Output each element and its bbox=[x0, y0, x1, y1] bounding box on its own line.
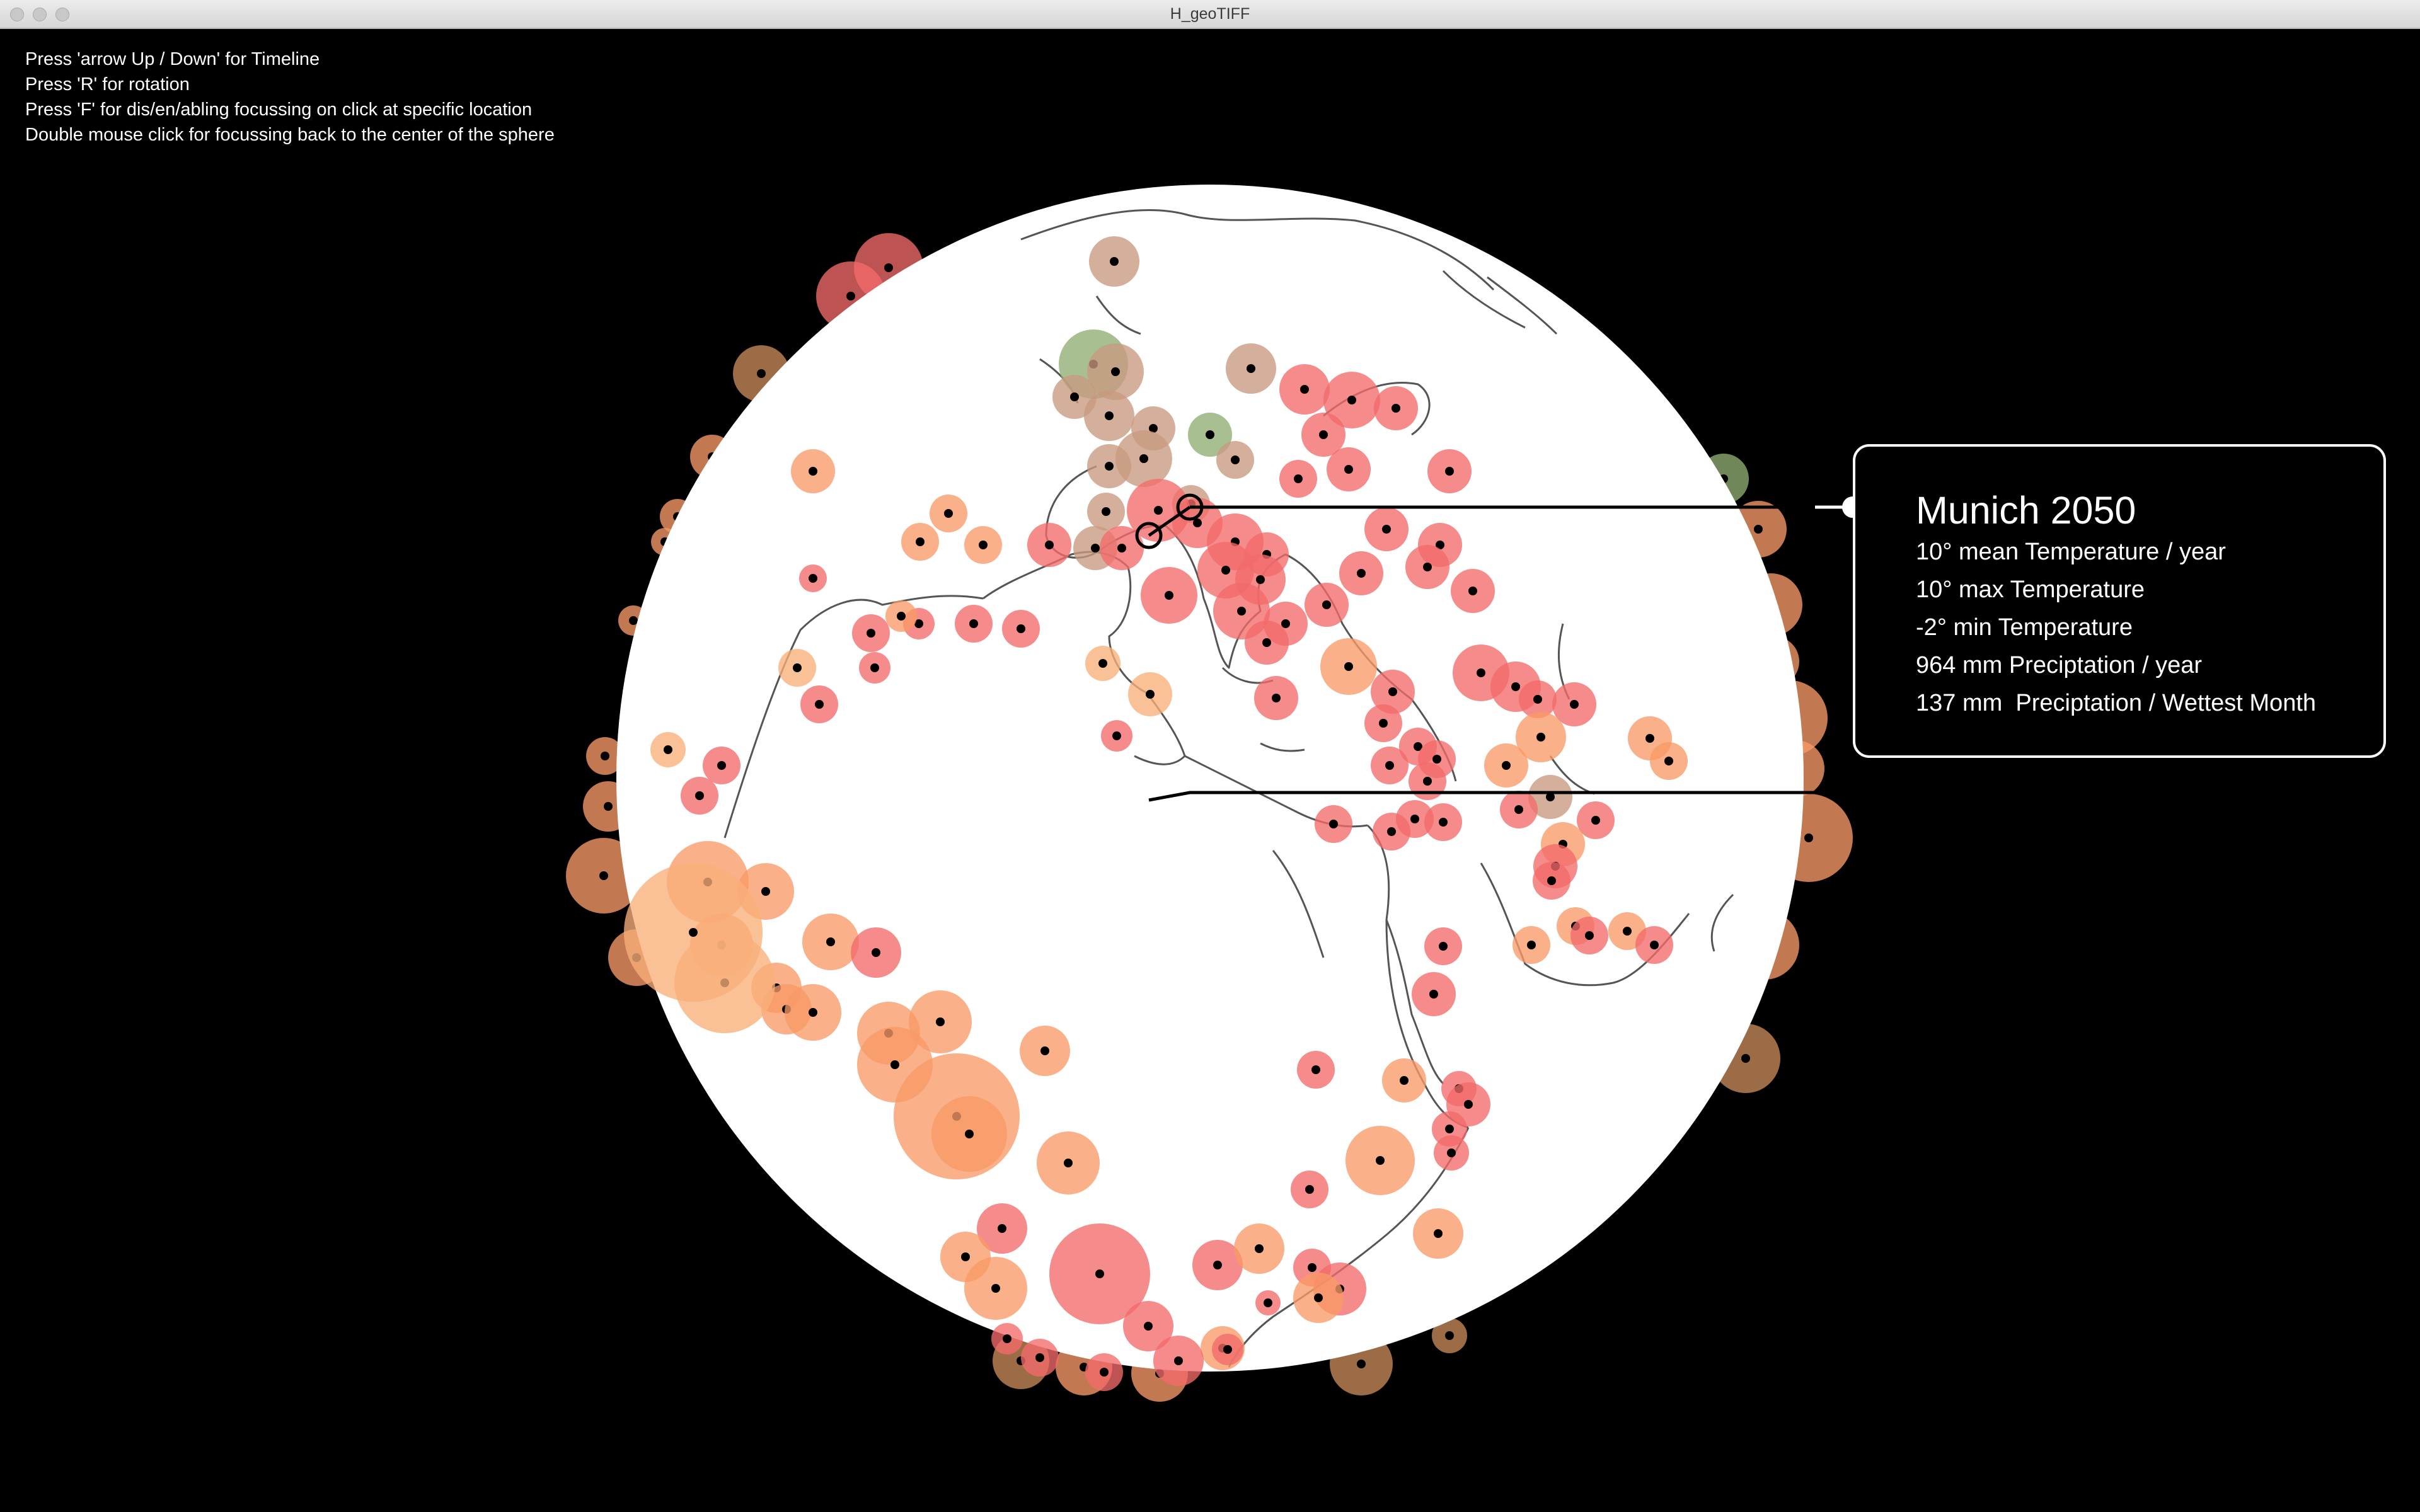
climate-marker[interactable] bbox=[1027, 523, 1071, 567]
climate-marker[interactable] bbox=[1405, 545, 1449, 589]
climate-marker[interactable] bbox=[1087, 493, 1125, 530]
popup-precipitation-year: 964 mm Preciptation / year bbox=[1916, 652, 2203, 679]
climate-marker[interactable] bbox=[799, 564, 827, 592]
climate-marker[interactable] bbox=[1412, 972, 1456, 1016]
climate-marker[interactable] bbox=[1291, 1171, 1328, 1208]
climate-marker[interactable] bbox=[1635, 926, 1673, 964]
climate-marker[interactable] bbox=[1345, 1126, 1415, 1195]
climate-marker[interactable] bbox=[964, 1257, 1027, 1320]
popup-mean-temperature: 10° mean Temperature / year bbox=[1916, 539, 2226, 565]
climate-marker[interactable] bbox=[1002, 610, 1040, 648]
climate-marker[interactable] bbox=[1297, 1051, 1335, 1089]
popup-max-temperature: 10° max Temperature bbox=[1916, 576, 2145, 603]
climate-marker[interactable] bbox=[785, 984, 841, 1041]
climate-marker[interactable] bbox=[1409, 762, 1446, 800]
climate-marker[interactable] bbox=[1533, 862, 1570, 900]
climate-marker[interactable] bbox=[681, 777, 718, 815]
climate-marker[interactable] bbox=[1212, 1334, 1243, 1365]
popup-min-temperature: -2° min Temperature bbox=[1916, 614, 2133, 641]
climate-marker[interactable] bbox=[1279, 364, 1330, 415]
climate-marker[interactable] bbox=[885, 600, 917, 632]
location-info-popup: Munich 2050 10° mean Temperature / year … bbox=[1853, 444, 2386, 758]
climate-marker[interactable] bbox=[802, 914, 859, 970]
climate-marker[interactable] bbox=[964, 526, 1002, 564]
climate-marker[interactable] bbox=[791, 449, 835, 493]
climate-marker[interactable] bbox=[650, 732, 686, 767]
climate-marker[interactable] bbox=[1141, 567, 1197, 624]
climate-marker[interactable] bbox=[1512, 926, 1550, 964]
climate-marker[interactable] bbox=[1484, 743, 1528, 788]
climate-marker[interactable] bbox=[1293, 1273, 1344, 1323]
climate-marker[interactable] bbox=[1089, 236, 1139, 287]
climate-marker[interactable] bbox=[1153, 1336, 1204, 1386]
climate-marker[interactable] bbox=[1037, 1131, 1100, 1194]
climate-marker[interactable] bbox=[1424, 927, 1462, 965]
climate-marker[interactable] bbox=[1650, 742, 1688, 780]
climate-marker[interactable] bbox=[1451, 569, 1495, 613]
climate-marker[interactable] bbox=[1085, 646, 1121, 681]
climate-marker[interactable] bbox=[1577, 801, 1615, 839]
climate-marker[interactable] bbox=[991, 1323, 1023, 1354]
climate-marker[interactable] bbox=[859, 652, 890, 684]
globe-sphere[interactable] bbox=[616, 185, 1804, 1372]
popup-title: Munich 2050 bbox=[1916, 489, 2136, 532]
climate-marker[interactable] bbox=[1327, 447, 1371, 491]
climate-marker[interactable] bbox=[1371, 747, 1409, 784]
climate-marker[interactable] bbox=[1021, 1339, 1059, 1377]
climate-marker[interactable] bbox=[955, 605, 993, 643]
climate-marker[interactable] bbox=[1255, 1290, 1281, 1315]
climate-marker[interactable] bbox=[930, 495, 967, 532]
climate-marker[interactable] bbox=[851, 927, 901, 978]
climate-marker[interactable] bbox=[1234, 1223, 1284, 1274]
popup-precipitation-wettest-month: 137 mm Preciptation / Wettest Month bbox=[1916, 690, 2317, 716]
climate-marker[interactable] bbox=[1570, 917, 1608, 954]
climate-marker[interactable] bbox=[1427, 449, 1472, 493]
climate-marker[interactable] bbox=[1020, 1026, 1070, 1076]
climate-marker[interactable] bbox=[800, 685, 838, 723]
climate-marker[interactable] bbox=[901, 523, 939, 561]
climate-marker[interactable] bbox=[1085, 1353, 1123, 1391]
climate-marker[interactable] bbox=[1424, 803, 1462, 841]
climate-marker[interactable] bbox=[1339, 551, 1383, 595]
climate-marker[interactable] bbox=[1101, 720, 1132, 752]
climate-marker[interactable] bbox=[1500, 791, 1538, 828]
climate-marker[interactable] bbox=[1413, 1208, 1463, 1259]
climate-marker[interactable] bbox=[1305, 583, 1349, 627]
climate-marker[interactable] bbox=[1128, 672, 1172, 716]
climate-marker[interactable] bbox=[1245, 621, 1289, 665]
climate-marker[interactable] bbox=[1279, 460, 1317, 498]
climate-marker[interactable] bbox=[703, 747, 740, 784]
climate-marker[interactable] bbox=[1315, 805, 1352, 843]
climate-marker[interactable] bbox=[1434, 1135, 1469, 1171]
climate-marker[interactable] bbox=[1382, 1058, 1426, 1102]
climate-marker[interactable] bbox=[1254, 676, 1298, 720]
climate-marker[interactable] bbox=[852, 614, 890, 652]
climate-marker[interactable] bbox=[1374, 386, 1418, 430]
climate-marker[interactable] bbox=[1216, 441, 1254, 479]
climate-marker[interactable] bbox=[1364, 704, 1402, 742]
climate-marker[interactable] bbox=[1373, 813, 1410, 850]
climate-marker[interactable] bbox=[1084, 391, 1134, 441]
climate-marker[interactable] bbox=[1087, 444, 1131, 488]
climate-marker[interactable] bbox=[624, 863, 763, 1002]
climate-marker[interactable] bbox=[1226, 343, 1276, 394]
climate-marker[interactable] bbox=[778, 649, 816, 687]
climate-marker[interactable] bbox=[1364, 507, 1409, 551]
climate-marker[interactable] bbox=[1320, 638, 1377, 695]
climate-marker[interactable] bbox=[931, 1096, 1007, 1172]
